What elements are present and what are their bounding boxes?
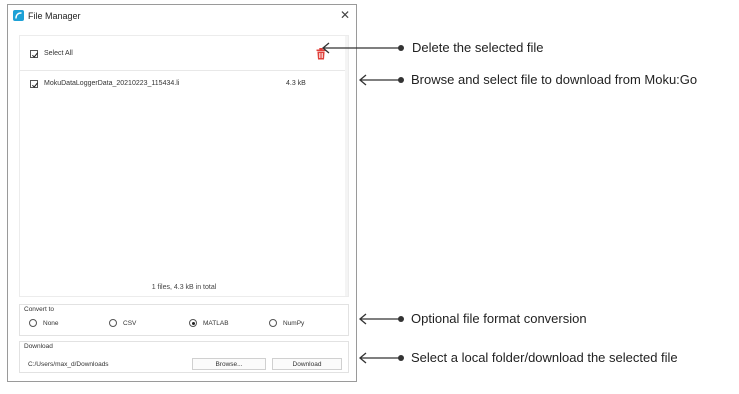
download-label: Download: [24, 343, 53, 350]
callout-arrow-icon: [358, 74, 404, 86]
file-manager-window: File Manager ✕ Select All MokuDataLogger…: [7, 4, 357, 382]
callout-browse-text: Browse and select file to download from …: [411, 72, 698, 87]
check-icon: [32, 52, 38, 58]
radio-numpy-circle: [269, 319, 277, 327]
window-title: File Manager: [28, 11, 81, 21]
select-all-row: Select All: [20, 36, 348, 71]
radio-numpy-label: NumPy: [283, 320, 305, 327]
callout-download-text: Select a local folder/download the selec…: [411, 350, 678, 365]
convert-to-label: Convert to: [24, 306, 54, 313]
close-icon[interactable]: ✕: [338, 8, 352, 22]
callout-browse: Browse and select file to download from …: [358, 72, 738, 88]
download-path: C:/Users/max_d/Downloads: [28, 361, 109, 368]
list-scrollbar[interactable]: [345, 36, 348, 296]
radio-csv-label: CSV: [123, 320, 137, 327]
radio-none-circle: [29, 319, 37, 327]
radio-matlab-label: MATLAB: [203, 320, 229, 327]
callout-delete-text: Delete the selected file: [412, 40, 544, 55]
callout-arrow-icon: [321, 42, 404, 54]
radio-none-label: None: [43, 320, 59, 327]
convert-to-group: Convert to None CSV MATLAB NumPy: [19, 304, 349, 336]
select-all-label: Select All: [44, 50, 73, 57]
callout-delete: Delete the selected file: [321, 40, 721, 56]
callout-arrow-icon: [358, 313, 404, 325]
download-button[interactable]: Download: [272, 358, 342, 370]
callout-convert-text: Optional file format conversion: [411, 311, 587, 326]
browse-button[interactable]: Browse...: [192, 358, 266, 370]
title-bar: File Manager ✕: [8, 5, 356, 29]
file-summary: 1 files, 4.3 kB in total: [151, 284, 217, 291]
check-icon: [32, 82, 38, 88]
callout-arrow-icon: [358, 352, 404, 364]
file-size: 4.3 kB: [286, 80, 306, 87]
radio-csv-circle: [109, 319, 117, 327]
file-list-panel: Select All MokuDataLoggerData_20210223_1…: [19, 35, 349, 297]
moku-app-icon: [13, 10, 24, 21]
callout-download: Select a local folder/download the selec…: [358, 350, 738, 366]
file-checkbox[interactable]: [30, 80, 38, 88]
callout-convert: Optional file format conversion: [358, 311, 738, 327]
download-group: Download C:/Users/max_d/Downloads Browse…: [19, 341, 349, 373]
select-all-checkbox[interactable]: [30, 50, 38, 58]
radio-matlab-circle: [189, 319, 197, 327]
file-row[interactable]: MokuDataLoggerData_20210223_115434.li 4.…: [20, 76, 348, 92]
file-name: MokuDataLoggerData_20210223_115434.li: [44, 80, 180, 87]
